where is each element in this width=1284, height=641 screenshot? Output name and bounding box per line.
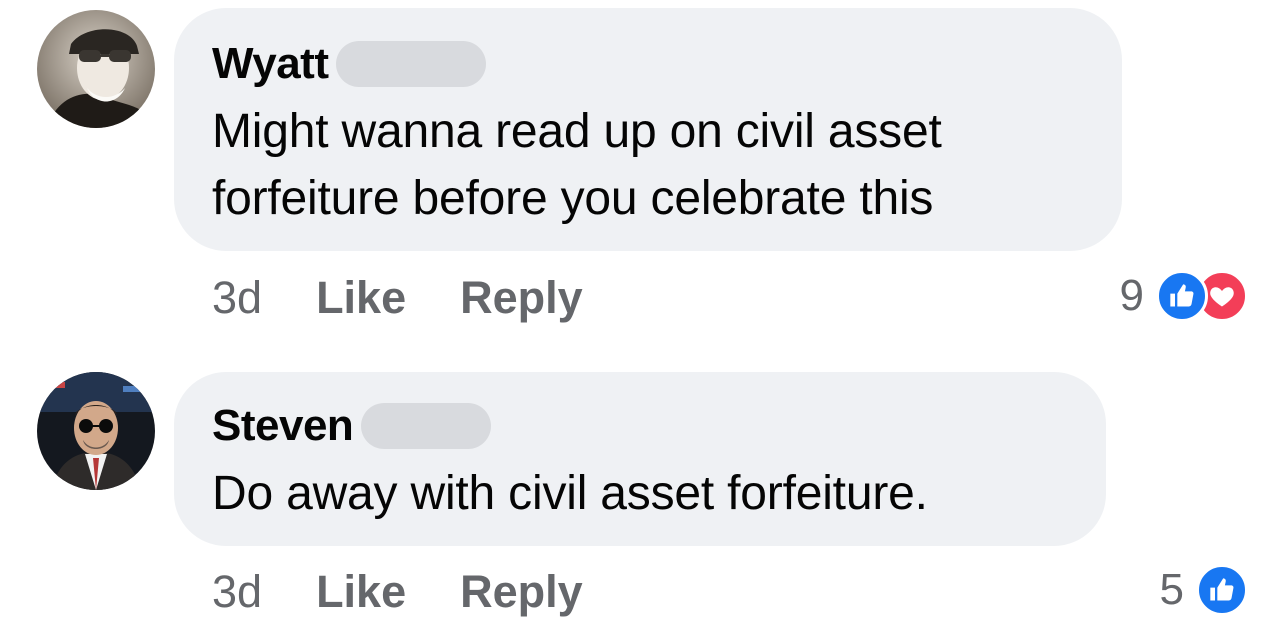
comment-text: Do away with civil asset forfeiture. xyxy=(212,460,928,527)
comment: Wyatt Might wanna read up on civil asset… xyxy=(0,0,1284,345)
author-row: Steven xyxy=(212,402,492,450)
like-button[interactable]: Like xyxy=(316,566,406,618)
reactions-summary[interactable]: 9 xyxy=(1120,270,1248,322)
comment-text-line: Might wanna read up on civil asset xyxy=(212,105,942,158)
reaction-count: 9 xyxy=(1119,271,1144,320)
redacted-surname xyxy=(361,403,492,449)
author-row: Wyatt xyxy=(212,40,487,88)
comment-text: Might wanna read up on civil asset forfe… xyxy=(212,98,942,232)
like-icon xyxy=(1156,270,1208,322)
reaction-count: 5 xyxy=(1159,565,1184,614)
reply-button[interactable]: Reply xyxy=(460,272,583,324)
avatar-photo-icon xyxy=(37,10,155,128)
like-button[interactable]: Like xyxy=(316,272,406,324)
comment-actions: 3d Like Reply xyxy=(212,272,583,324)
avatar[interactable] xyxy=(37,10,155,128)
redacted-surname xyxy=(336,41,487,87)
timestamp[interactable]: 3d xyxy=(212,566,262,618)
comment: Steven Do away with civil asset forfeitu… xyxy=(0,345,1284,641)
comment-text-line: Do away with civil asset forfeiture. xyxy=(212,467,928,520)
comment-text-line: forfeiture before you celebrate this xyxy=(212,172,934,225)
comments-list: Wyatt Might wanna read up on civil asset… xyxy=(0,0,1284,641)
comment-bubble: Wyatt Might wanna read up on civil asset… xyxy=(174,8,1122,251)
author-name[interactable]: Steven xyxy=(212,402,354,450)
author-name[interactable]: Wyatt xyxy=(212,40,329,88)
timestamp[interactable]: 3d xyxy=(212,272,262,324)
like-icon xyxy=(1196,564,1248,616)
comment-bubble: Steven Do away with civil asset forfeitu… xyxy=(174,372,1106,546)
reply-button[interactable]: Reply xyxy=(460,566,583,618)
reactions-summary[interactable]: 5 xyxy=(1160,564,1248,616)
avatar[interactable] xyxy=(37,372,155,490)
avatar-photo-icon xyxy=(37,372,155,490)
comment-actions: 3d Like Reply xyxy=(212,566,583,618)
